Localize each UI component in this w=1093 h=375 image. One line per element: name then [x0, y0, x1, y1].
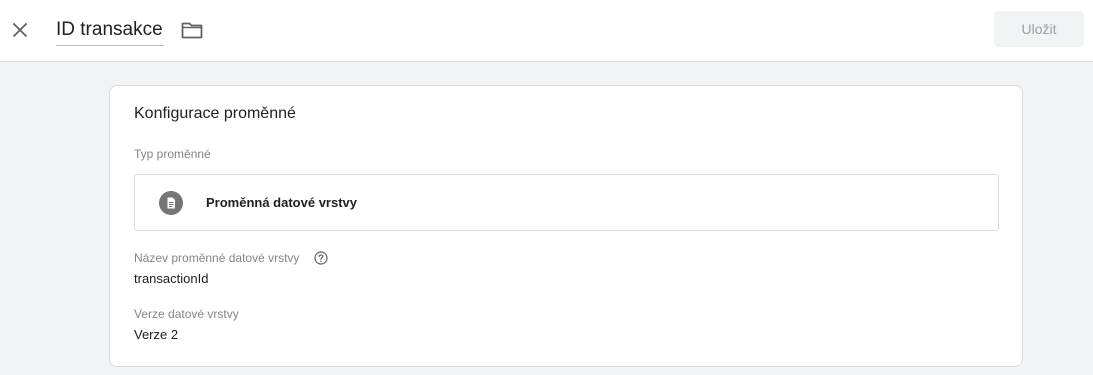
help-icon[interactable]	[314, 251, 328, 265]
variable-configuration-card: Konfigurace proměnné Typ proměnné Proměn…	[109, 85, 1023, 367]
top-bar: ID transakce Uložit	[0, 0, 1093, 62]
data-layer-version-value: Verze 2	[134, 327, 179, 342]
variable-type-selector[interactable]: Proměnná datové vrstvy	[134, 174, 999, 231]
save-button[interactable]: Uložit	[994, 11, 1084, 47]
data-layer-version-label: Verze datové vrstvy	[134, 307, 239, 321]
data-layer-variable-name-value: transactionId	[134, 271, 209, 286]
data-layer-variable-name-label: Název proměnné datové vrstvy	[134, 251, 300, 265]
document-icon	[159, 191, 183, 215]
variable-type-label: Typ proměnné	[134, 147, 211, 161]
card-title: Konfigurace proměnné	[134, 105, 296, 122]
close-icon[interactable]	[9, 19, 31, 41]
variable-type-name: Proměnná datové vrstvy	[206, 195, 358, 210]
page-title: ID transakce	[56, 19, 163, 40]
folder-icon[interactable]	[180, 19, 204, 41]
title-field[interactable]: ID transakce	[56, 17, 164, 46]
